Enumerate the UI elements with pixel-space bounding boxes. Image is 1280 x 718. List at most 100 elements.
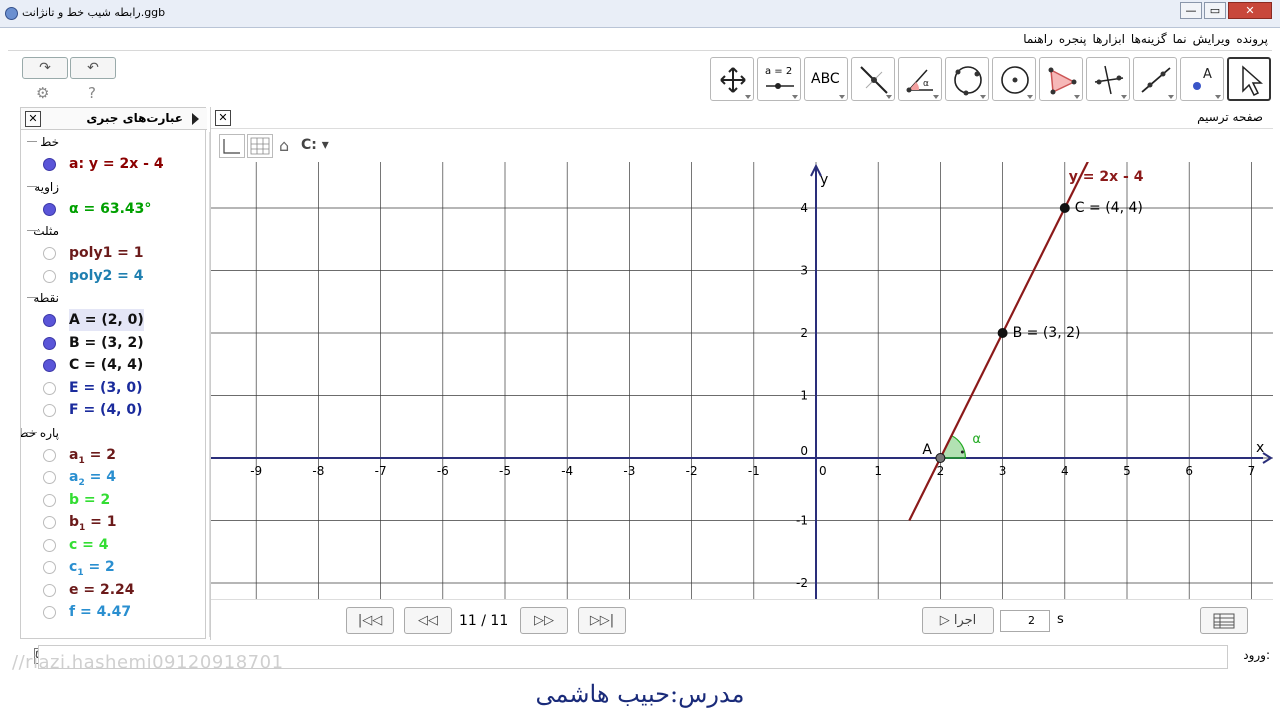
visibility-toggle[interactable] xyxy=(43,202,56,216)
algebra-list: خط a: y = 2x - 4 زاویه α = 63.43° مثلث poly1 … xyxy=(21,131,199,639)
algebra-item[interactable]: poly2 = 4 xyxy=(21,265,199,288)
line-tool[interactable] xyxy=(1133,57,1177,101)
window-title: رابطه شیب خط و تانژانت.ggb xyxy=(22,6,166,19)
maximize-button[interactable]: ▭ xyxy=(1204,2,1226,19)
collapse-triangle-icon[interactable] xyxy=(192,113,199,125)
angle-tool[interactable]: α xyxy=(898,57,942,101)
x-tick-label: -5 xyxy=(499,464,511,478)
algebra-group-header[interactable]: مثلث xyxy=(21,220,199,242)
menu-item-2[interactable]: نما xyxy=(1173,32,1187,46)
toggle-grid-button[interactable] xyxy=(247,134,273,158)
visibility-toggle[interactable] xyxy=(43,359,56,372)
algebra-item[interactable]: c = 4 xyxy=(21,534,199,557)
visibility-toggle[interactable] xyxy=(43,448,56,462)
menu-item-0[interactable]: پرونده xyxy=(1236,32,1268,46)
toggle-axes-button[interactable] xyxy=(219,134,245,158)
algebra-item[interactable]: C = (4, 4) xyxy=(21,354,199,377)
algebra-group-header[interactable]: نقطه xyxy=(21,287,199,309)
perpendicular-bisector-tool[interactable] xyxy=(1086,57,1130,101)
visibility-toggle[interactable] xyxy=(43,516,56,529)
algebra-item[interactable]: a2 = 4 xyxy=(21,466,199,489)
algebra-item[interactable]: α = 63.43° xyxy=(21,198,199,221)
redo-button[interactable]: ↷ xyxy=(22,57,68,79)
menu-item-3[interactable]: گزینه‌ها xyxy=(1131,32,1167,46)
move-graphics-tool[interactable] xyxy=(710,57,754,101)
help-icon[interactable]: ? xyxy=(88,84,96,102)
view-menu[interactable]: C: ▾ xyxy=(301,137,329,153)
circle-three-points-tool[interactable] xyxy=(945,57,989,101)
algebra-item-text: α = 63.43° xyxy=(69,200,152,217)
algebra-group-header[interactable]: زاویه xyxy=(21,176,199,198)
algebra-item[interactable]: A = (2, 0) xyxy=(21,309,199,332)
construction-navigation-bar: |◁◁ ◁◁ 11 / 11 ▷▷ ▷▷| ▷ اجرا 2 s xyxy=(211,599,1273,640)
undo-button[interactable]: ↶ xyxy=(70,57,116,79)
x-tick-label: -1 xyxy=(748,464,760,478)
point-A-label: A xyxy=(922,442,932,458)
previous-step-button[interactable]: ◁◁ xyxy=(404,607,452,634)
minimize-button[interactable]: — xyxy=(1180,2,1202,19)
arrow-cursor-icon xyxy=(1242,65,1263,97)
visibility-toggle[interactable] xyxy=(43,493,56,507)
point-C xyxy=(1059,203,1070,213)
menu-item-1[interactable]: ویرایش xyxy=(1193,32,1231,46)
next-step-button[interactable]: ▷▷ xyxy=(520,607,568,634)
algebra-item[interactable]: F = (4, 0) xyxy=(21,399,199,422)
algebra-item[interactable]: a1 = 2 xyxy=(21,444,199,467)
algebra-item[interactable]: b1 = 1 xyxy=(21,511,199,534)
visibility-toggle[interactable] xyxy=(43,583,56,597)
graphics-view-header: ✕ صفحه ترسیم xyxy=(211,107,1273,129)
settings-gear-icon[interactable]: ⚙ xyxy=(36,84,49,102)
play-button[interactable]: ▷ اجرا xyxy=(922,607,994,634)
x-tick-label: -7 xyxy=(375,464,387,478)
first-step-button[interactable]: |◁◁ xyxy=(346,607,394,634)
algebra-item[interactable]: c1 = 2 xyxy=(21,556,199,579)
last-step-button[interactable]: ▷▷| xyxy=(578,607,626,634)
algebra-group-header[interactable]: خط xyxy=(21,131,199,153)
visibility-toggle[interactable] xyxy=(43,538,56,552)
grid-icon xyxy=(250,137,270,155)
visibility-toggle[interactable] xyxy=(43,606,56,619)
close-window-button[interactable]: ✕ xyxy=(1228,2,1272,19)
plot-area[interactable]: x y -9 -8 -7 -6 -5 -4 -3 -2 -1 0 1 2 3 4 5 6 7 4 3 2 1 0 -1 -2 α y … xyxy=(211,162,1273,599)
speed-spinner[interactable]: 2 xyxy=(1000,610,1050,632)
visibility-toggle[interactable] xyxy=(43,314,56,327)
visibility-toggle[interactable] xyxy=(43,404,56,417)
visibility-toggle[interactable] xyxy=(43,336,56,350)
circle-center-point-tool[interactable] xyxy=(992,57,1036,101)
algebra-item[interactable]: E = (3, 0) xyxy=(21,377,199,400)
menu-item-6[interactable]: راهنما xyxy=(1023,32,1053,46)
point-B xyxy=(997,328,1008,338)
text-tool[interactable]: ABC xyxy=(804,57,848,101)
algebra-group-header[interactable]: پاره خط xyxy=(21,422,199,444)
perpendicular-line-tool[interactable] xyxy=(851,57,895,101)
move-tool[interactable] xyxy=(1227,57,1271,101)
y-tick-label: 1 xyxy=(800,389,808,403)
graphics-close-icon[interactable]: ✕ xyxy=(215,110,231,126)
algebra-close-icon[interactable]: ✕ xyxy=(25,111,41,127)
algebra-item[interactable]: e = 2.24 xyxy=(21,579,199,602)
visibility-toggle[interactable] xyxy=(43,381,56,395)
visibility-toggle[interactable] xyxy=(43,471,56,484)
point-tool[interactable]: A xyxy=(1180,57,1224,101)
home-icon[interactable]: ⌂ xyxy=(279,136,289,155)
coordinate-plane[interactable]: x y -9 -8 -7 -6 -5 -4 -3 -2 -1 0 1 2 3 4 5 6 7 4 3 2 1 0 -1 -2 α y … xyxy=(211,162,1273,599)
algebra-item[interactable]: f = 4.47 xyxy=(21,601,199,624)
slider-tool[interactable]: a = 2 xyxy=(757,57,801,101)
open-construction-protocol-button[interactable] xyxy=(1200,607,1248,634)
x-tick-label: -8 xyxy=(312,464,324,478)
angle-label: α xyxy=(972,432,981,447)
menu-item-5[interactable]: پنجره xyxy=(1059,32,1087,46)
algebra-item[interactable]: b = 2 xyxy=(21,489,199,512)
visibility-toggle[interactable] xyxy=(43,158,56,171)
polygon-tool[interactable] xyxy=(1039,57,1083,101)
visibility-toggle[interactable] xyxy=(43,561,56,574)
axes-icon xyxy=(223,139,240,154)
menu-item-4[interactable]: ابزارها xyxy=(1093,32,1125,46)
x-tick-label: -4 xyxy=(561,464,573,478)
algebra-item[interactable]: B = (3, 2) xyxy=(21,332,199,355)
visibility-toggle[interactable] xyxy=(43,269,56,283)
title-bar: رابطه شیب خط و تانژانت.ggb — ▭ ✕ xyxy=(0,0,1280,28)
algebra-item[interactable]: poly1 = 1 xyxy=(21,242,199,265)
visibility-toggle[interactable] xyxy=(43,247,56,260)
algebra-item[interactable]: a: y = 2x - 4 xyxy=(21,153,199,176)
